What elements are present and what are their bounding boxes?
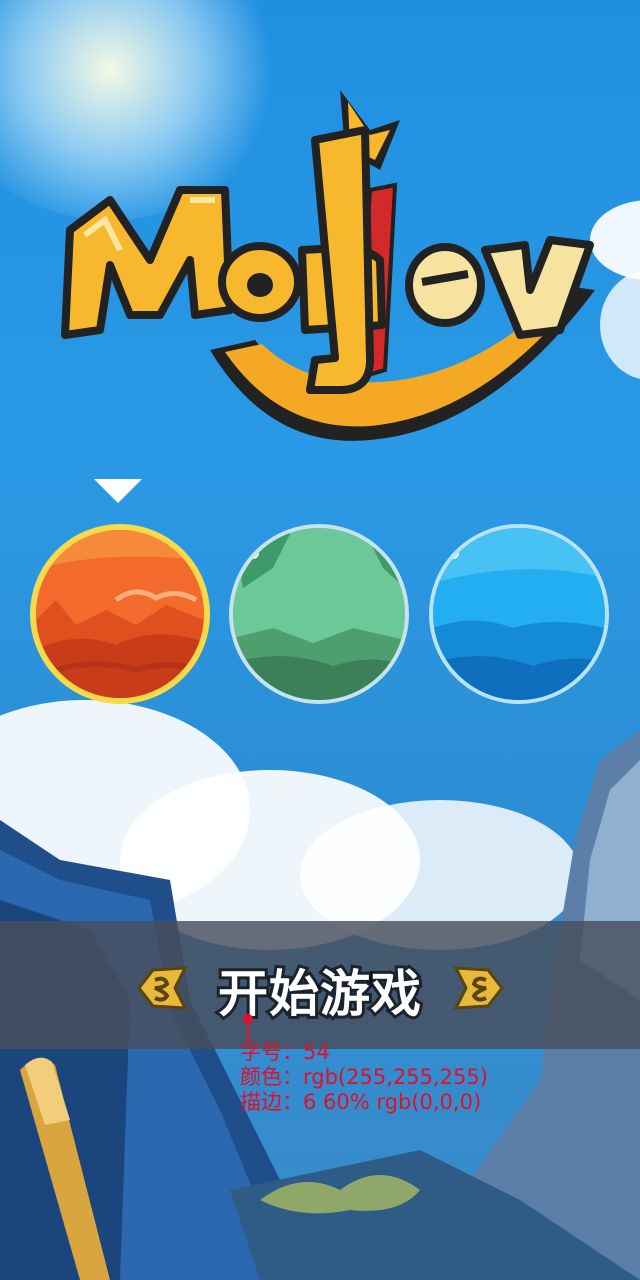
annotation-color: 颜色：rgb(255,255,255) [240,1065,488,1089]
fire-world-art [36,530,204,698]
game-logo [40,60,620,480]
lock-icon [233,528,259,559]
level-ocean-world[interactable] [429,524,609,704]
design-annotation: 字号：54 颜色：rgb(255,255,255) 描边：6 60% rgb(0… [240,1040,488,1115]
selected-level-indicator [94,479,142,503]
start-game-button[interactable]: 开始游戏 [0,954,640,1026]
lock-icon [433,528,459,559]
annotation-stroke: 描边：6 60% rgb(0,0,0) [240,1090,482,1114]
level-fire-world[interactable] [30,524,210,704]
annotation-marker [243,1014,253,1024]
annotation-font-size: 字号：54 [240,1040,330,1064]
level-forest-world[interactable] [229,524,409,704]
